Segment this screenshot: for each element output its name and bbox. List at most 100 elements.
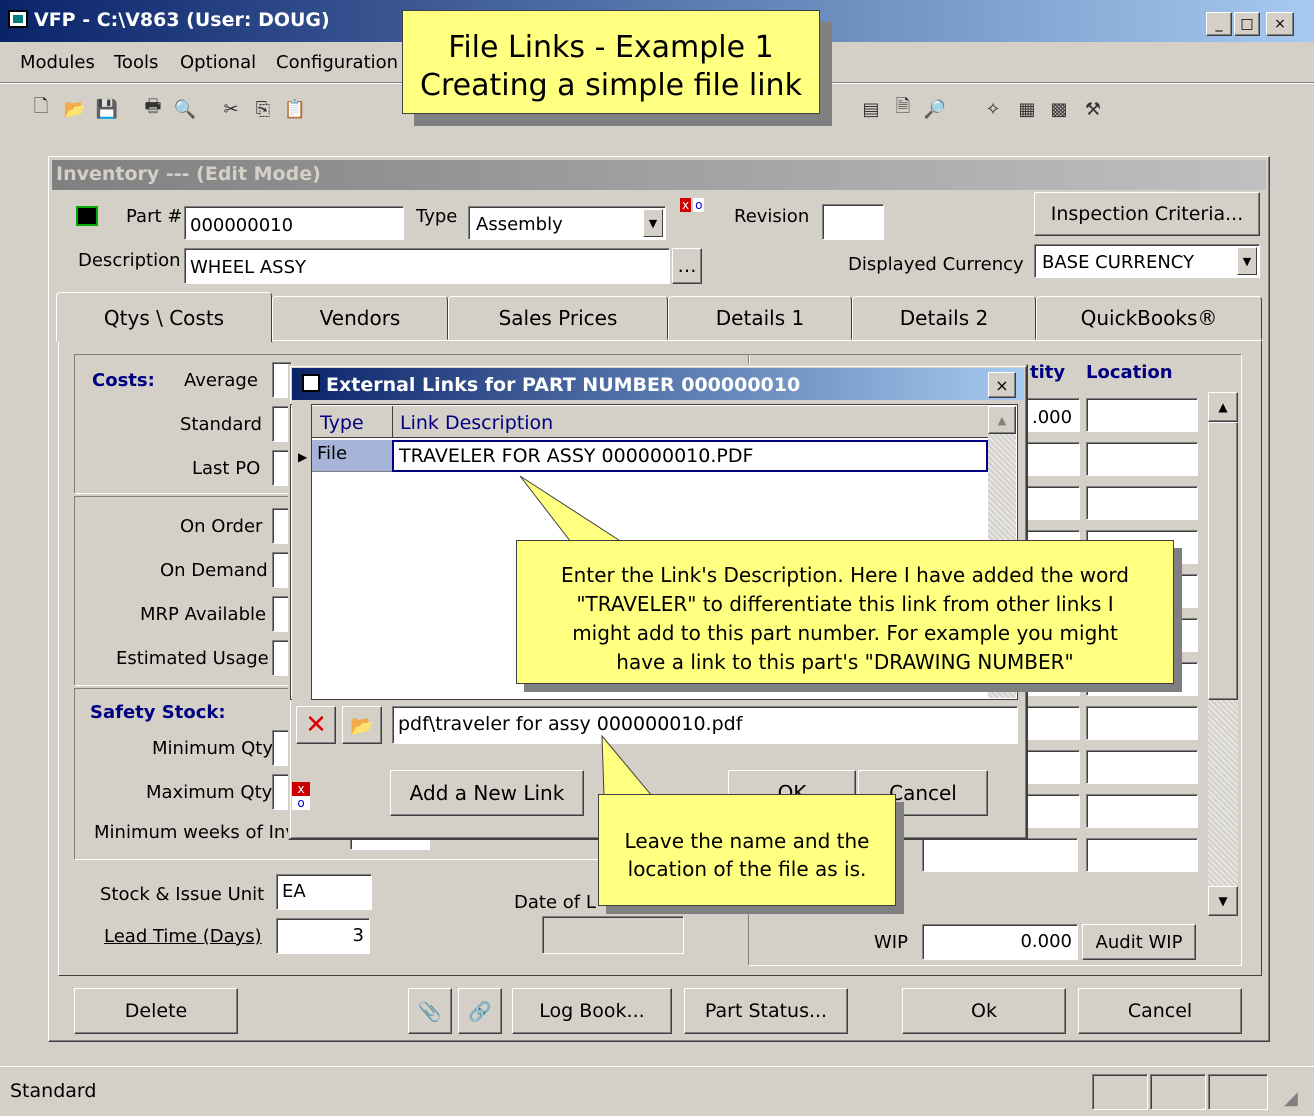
- estimated-usage-label: Estimated Usage: [116, 648, 269, 669]
- menu-modules[interactable]: Modules: [20, 52, 95, 73]
- type-dropdown[interactable]: Assembly ▼: [468, 206, 666, 240]
- title-callout: File Links - Example 1 Creating a simple…: [402, 10, 820, 114]
- desc-callout-line4: have a link to this part's "DRAWING NUMB…: [616, 650, 1074, 674]
- location-cell[interactable]: [1086, 398, 1198, 432]
- audit-wip-button[interactable]: Audit WIP: [1082, 924, 1196, 960]
- browse-folder-icon[interactable]: 📂: [342, 706, 382, 744]
- menu-configuration[interactable]: Configuration: [276, 52, 398, 73]
- lead-time-field[interactable]: 3: [276, 918, 370, 954]
- scroll-thumb[interactable]: [1208, 422, 1238, 700]
- col-desc-header: Link Description: [400, 412, 554, 434]
- qty-cell[interactable]: [922, 838, 1078, 872]
- links-clear-icon[interactable]: xo: [292, 782, 310, 822]
- new-file-icon[interactable]: 🗋: [30, 96, 52, 120]
- location-cell[interactable]: [1086, 486, 1198, 520]
- log-book-button[interactable]: Log Book...: [512, 988, 672, 1034]
- wip-label: WIP: [874, 932, 908, 953]
- tab-vendors[interactable]: Vendors: [272, 296, 448, 340]
- location-cell[interactable]: [1086, 794, 1198, 828]
- wip-field[interactable]: 0.000: [922, 924, 1078, 960]
- dropdown-arrow-icon[interactable]: ▼: [1237, 247, 1257, 275]
- link-row-type[interactable]: File: [312, 440, 392, 472]
- part-status-button[interactable]: Part Status...: [684, 988, 848, 1034]
- dropdown-arrow-icon[interactable]: ▼: [643, 209, 663, 237]
- print-icon[interactable]: 🖶: [142, 96, 164, 120]
- tab-sales-prices[interactable]: Sales Prices: [448, 296, 668, 340]
- qty-cell[interactable]: [1026, 442, 1080, 476]
- location-cell[interactable]: [1086, 706, 1198, 740]
- lead-time-label[interactable]: Lead Time (Days): [104, 926, 262, 947]
- delete-button[interactable]: Delete: [74, 988, 238, 1034]
- qty-cell[interactable]: [1026, 706, 1080, 740]
- maximize-button[interactable]: □: [1234, 12, 1260, 36]
- close-button[interactable]: ×: [1266, 12, 1294, 36]
- links-scroll-up-icon[interactable]: ▲: [988, 406, 1016, 434]
- desc-callout-line1: Enter the Link's Description. Here I hav…: [561, 563, 1129, 587]
- link-row[interactable]: File TRAVELER FOR ASSY 000000010.PDF: [312, 440, 988, 472]
- link-path-field[interactable]: pdf\traveler for assy 000000010.pdf: [392, 706, 1018, 744]
- desc-callout-line2: "TRAVELER" to differentiate this link fr…: [576, 592, 1114, 616]
- part-label: Part #: [126, 206, 183, 227]
- qty-cell[interactable]: [1026, 794, 1080, 828]
- qty-cell[interactable]: .000: [1026, 398, 1080, 432]
- location-header: Location: [1086, 362, 1173, 383]
- ok-button[interactable]: Ok: [902, 988, 1066, 1034]
- save-icon[interactable]: 💾: [96, 98, 118, 120]
- copy-icon[interactable]: ⎘: [252, 98, 274, 120]
- form-wizard-icon[interactable]: ▦: [1016, 98, 1038, 120]
- delete-link-icon[interactable]: ✕: [296, 706, 336, 744]
- form-icon[interactable]: 🗎: [892, 96, 914, 120]
- stock-unit-label: Stock & Issue Unit: [100, 884, 265, 905]
- print-preview-icon[interactable]: 🔍: [174, 98, 196, 120]
- part-number-field[interactable]: 000000010: [184, 206, 404, 240]
- qty-cell[interactable]: [1026, 486, 1080, 520]
- open-folder-icon[interactable]: 📂: [64, 98, 86, 120]
- links-close-icon[interactable]: ×: [988, 372, 1016, 398]
- currency-dropdown[interactable]: BASE CURRENCY ▼: [1034, 244, 1260, 278]
- currency-label: Displayed Currency: [848, 254, 1024, 275]
- link-row-description[interactable]: TRAVELER FOR ASSY 000000010.PDF: [392, 440, 988, 472]
- inspection-criteria-button[interactable]: Inspection Criteria...: [1034, 192, 1260, 236]
- report-icon[interactable]: ▤: [860, 98, 882, 120]
- header-divider: [392, 406, 393, 438]
- menu-tools[interactable]: Tools: [114, 52, 158, 73]
- costs-label: Costs:: [92, 370, 155, 391]
- resize-grip-icon[interactable]: ◢: [1284, 1088, 1298, 1109]
- minimum-qty-label: Minimum Qty: [152, 738, 274, 759]
- minimize-button[interactable]: _: [1206, 12, 1232, 36]
- wizard-icon[interactable]: ✧: [982, 98, 1004, 120]
- title-callout-line2: Creating a simple file link: [420, 68, 802, 103]
- links-row-selectors: [292, 404, 312, 700]
- description-ellipsis-button[interactable]: …: [672, 248, 702, 284]
- scroll-down-icon[interactable]: ▼: [1208, 886, 1238, 916]
- type-label: Type: [416, 206, 458, 227]
- location-cell[interactable]: [1086, 838, 1198, 872]
- grid-scrollbar[interactable]: ▲ ▼: [1208, 392, 1238, 916]
- tab-quickbooks[interactable]: QuickBooks®: [1036, 296, 1262, 340]
- tab-qtys-costs[interactable]: Qtys \ Costs: [56, 292, 272, 342]
- external-link-icon[interactable]: 🔗: [458, 988, 502, 1034]
- paste-icon[interactable]: 📋: [284, 98, 306, 120]
- preview-icon[interactable]: 🔎: [924, 98, 946, 120]
- stock-unit-field[interactable]: EA: [276, 874, 372, 910]
- location-cell[interactable]: [1086, 442, 1198, 476]
- standard-label: Standard: [180, 414, 262, 435]
- on-order-label: On Order: [180, 516, 263, 537]
- add-new-link-button[interactable]: Add a New Link: [390, 770, 584, 816]
- tab-details-2[interactable]: Details 2: [852, 296, 1036, 340]
- table-icon[interactable]: ▩: [1048, 98, 1070, 120]
- description-field[interactable]: WHEEL ASSY: [184, 248, 670, 284]
- qty-cell[interactable]: [1026, 750, 1080, 784]
- cut-icon[interactable]: ✂: [220, 98, 242, 120]
- revision-field[interactable]: [822, 204, 884, 240]
- clipboard-link-icon[interactable]: 📎: [408, 988, 452, 1034]
- location-cell[interactable]: [1086, 750, 1198, 784]
- status-panel-2: [1150, 1074, 1206, 1110]
- menu-optional[interactable]: Optional: [180, 52, 256, 73]
- tools-icon[interactable]: ⚒: [1082, 98, 1104, 120]
- tab-details-1[interactable]: Details 1: [668, 296, 852, 340]
- scroll-up-icon[interactable]: ▲: [1208, 392, 1238, 422]
- clear-icon[interactable]: xo: [680, 196, 720, 214]
- date-label: Date of L: [514, 892, 596, 913]
- cancel-button[interactable]: Cancel: [1078, 988, 1242, 1034]
